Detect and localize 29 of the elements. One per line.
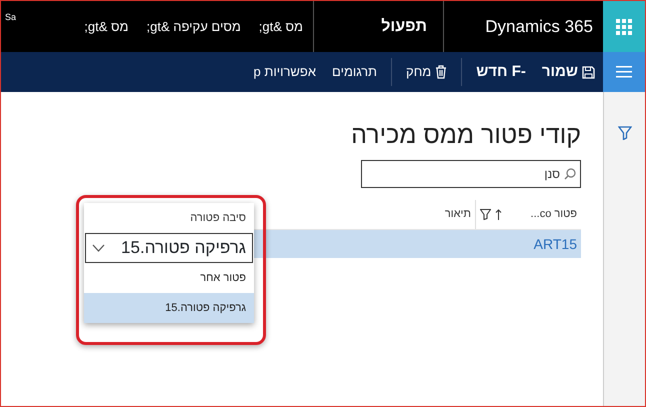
save-icon: [582, 66, 595, 78]
delete-button[interactable]: מחק: [398, 52, 456, 92]
action-button[interactable]: תרגומים: [324, 52, 386, 92]
code-link[interactable]: ART15: [475, 234, 581, 254]
field-label: סיבה פטורה: [189, 210, 247, 226]
action-button[interactable]: אפשרויות p: [246, 52, 324, 92]
menu-button[interactable]: [603, 52, 645, 92]
company-label[interactable]: Sa: [5, 11, 16, 24]
filter-icon: [480, 209, 491, 220]
column-header[interactable]: פטור co...: [530, 206, 577, 223]
breadcrumb-item[interactable]: מסים עקיפה &gt;: [146, 16, 241, 36]
save-button[interactable]: שמור: [534, 52, 603, 92]
sort-arrow-icon: [495, 209, 502, 220]
app-launcher-button[interactable]: [603, 1, 645, 52]
search-icon: [564, 168, 576, 180]
column-header[interactable]: תיאור: [444, 206, 471, 223]
dropdown-option[interactable]: גרפיקה פטורה.15: [84, 293, 254, 323]
trash-icon: [435, 65, 448, 79]
action-button[interactable]: -F חדש: [468, 52, 534, 92]
filter-icon[interactable]: [618, 126, 632, 140]
breadcrumb-item[interactable]: מס &gt;: [84, 16, 128, 36]
breadcrumb-item[interactable]: מס &gt;: [258, 16, 303, 36]
waffle-icon: [616, 18, 632, 34]
menu-icon: [616, 66, 632, 78]
dropdown-field[interactable]: גרפיקה פטורה.15: [85, 233, 253, 263]
chevron-down-icon: [92, 244, 105, 252]
dropdown-option[interactable]: פטור אחר: [84, 263, 254, 293]
page-title: קודי פטור ממס מכירה: [350, 120, 581, 150]
search-field[interactable]: סנן: [361, 160, 581, 188]
